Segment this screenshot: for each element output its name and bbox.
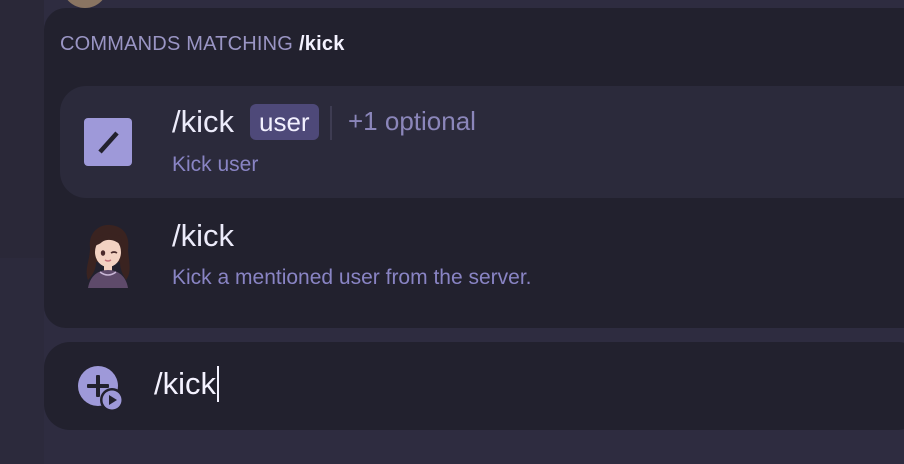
command-description: Kick user — [172, 153, 259, 176]
param-chip-user: user — [250, 104, 319, 140]
message-input-text: /kick — [154, 366, 216, 401]
bot-avatar — [80, 222, 136, 288]
autocomplete-header-label: COMMANDS MATCHING — [60, 33, 294, 55]
command-name: /kick — [172, 104, 234, 139]
command-option-kick-user[interactable]: /kick user +1 optional Kick user — [60, 86, 904, 198]
param-divider — [330, 106, 332, 140]
chat-screen: COMMANDS MATCHING/kick /kick user +1 opt… — [0, 0, 904, 464]
message-composer: /kick — [44, 342, 904, 430]
optional-params-label: +1 optional — [348, 106, 476, 136]
autocomplete-header-query: /kick — [299, 33, 345, 55]
left-edge-panel-lower — [0, 258, 44, 464]
command-name: /kick — [172, 218, 234, 253]
command-autocomplete-popup: COMMANDS MATCHING/kick /kick user +1 opt… — [44, 8, 904, 328]
message-author-avatar — [62, 0, 108, 8]
add-app-button[interactable] — [78, 366, 130, 412]
add-app-plus-icon — [78, 366, 124, 412]
message-input[interactable]: /kick — [154, 364, 219, 404]
command-description: Kick a mentioned user from the server. — [172, 266, 532, 289]
command-option-kick-mentioned[interactable]: /kick Kick a mentioned user from the ser… — [60, 198, 904, 310]
slash-command-icon — [84, 118, 132, 166]
autocomplete-header: COMMANDS MATCHING/kick — [60, 33, 345, 56]
text-caret — [217, 365, 219, 402]
